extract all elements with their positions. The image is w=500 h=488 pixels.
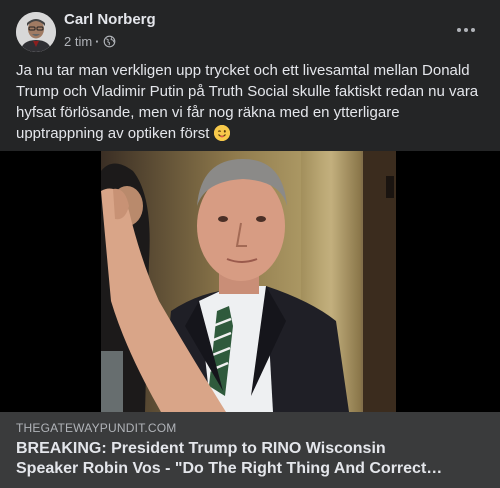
post-meta: 2 tim · — [64, 33, 116, 49]
link-title[interactable]: BREAKING: President Trump to RINO Wiscon… — [16, 439, 486, 479]
video-player[interactable] — [0, 151, 500, 412]
link-title-line-1: BREAKING: President Trump to RINO Wiscon… — [16, 440, 386, 457]
video-thumbnail — [101, 151, 396, 412]
more-options-button[interactable] — [448, 18, 484, 42]
author-avatar[interactable] — [16, 12, 56, 52]
post-text: Ja nu tar man verkligen upp trycket och … — [16, 60, 486, 144]
winking-face-emoji-icon — [213, 125, 230, 141]
more-dots-icon — [457, 28, 461, 32]
post-timestamp[interactable]: 2 tim — [64, 34, 92, 49]
globe-icon — [103, 35, 115, 47]
link-preview[interactable]: THEGATEWAYPUNDIT.COM BREAKING: President… — [0, 412, 500, 488]
avatar-image — [16, 12, 56, 52]
post-text-content: Ja nu tar man verkligen upp trycket och … — [16, 62, 479, 142]
link-title-line-2: Speaker Robin Vos - "Do The Right Thing … — [16, 460, 443, 477]
post-card: Carl Norberg 2 tim · Ja nu tar man verkl… — [0, 0, 500, 488]
link-domain: THEGATEWAYPUNDIT.COM — [16, 421, 177, 435]
author-name[interactable]: Carl Norberg — [64, 11, 156, 28]
meta-separator: · — [95, 33, 100, 49]
